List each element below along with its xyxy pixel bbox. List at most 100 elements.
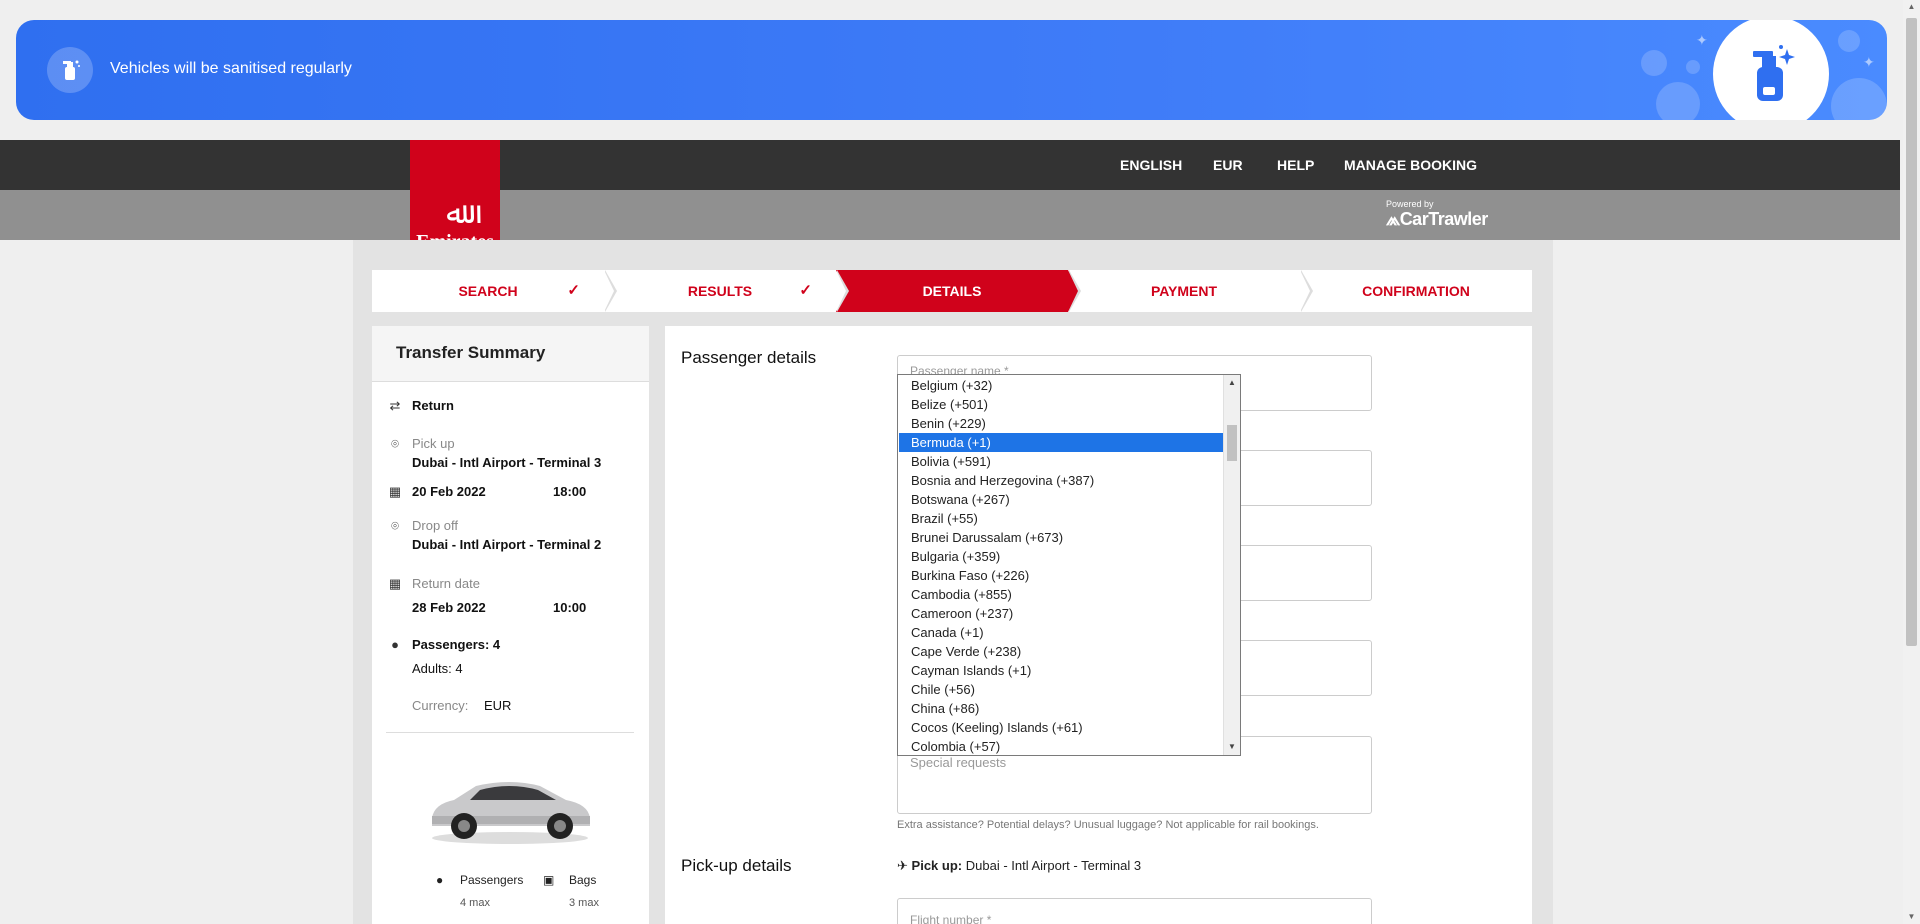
sanitation-banner: Vehicles will be sanitised regularly ✦ ✦ (16, 20, 1887, 120)
option-cambodia[interactable]: Cambodia (+855) (899, 585, 1223, 604)
person-icon: ● (391, 637, 399, 652)
option-chile[interactable]: Chile (+56) (899, 680, 1223, 699)
step-search[interactable]: SEARCH ✓ (372, 270, 617, 312)
step-label: DETAILS (922, 283, 982, 299)
pickup-date: 20 Feb 2022 (412, 484, 486, 499)
step-label: CONFIRMATION (1362, 283, 1470, 299)
dropoff-label: Drop off (412, 518, 459, 533)
pickup-line-value: Dubai - Intl Airport - Terminal 3 (965, 858, 1142, 873)
nav-language[interactable]: ENGLISH (1120, 157, 1182, 173)
trip-type: Return (412, 398, 454, 413)
page-scroll-down-icon[interactable]: ▼ (1903, 910, 1920, 924)
option-bulgaria[interactable]: Bulgaria (+359) (899, 547, 1223, 566)
option-china[interactable]: China (+86) (899, 699, 1223, 718)
option-benin[interactable]: Benin (+229) (899, 414, 1223, 433)
step-label: PAYMENT (1150, 283, 1218, 299)
option-canada[interactable]: Canada (+1) (899, 623, 1223, 642)
option-burkina-faso[interactable]: Burkina Faso (+226) (899, 566, 1223, 585)
option-belgium[interactable]: Belgium (+32) (899, 376, 1223, 395)
step-divider (1300, 270, 1310, 312)
country-code-dropdown-list[interactable]: Belgium (+32) Belize (+501) Benin (+229)… (897, 374, 1241, 756)
scroll-down-arrow-icon[interactable]: ▼ (1224, 739, 1240, 755)
sub-header-bar (0, 190, 1900, 240)
option-bermuda-selected[interactable]: Bermuda (+1) (899, 433, 1223, 452)
option-belize[interactable]: Belize (+501) (899, 395, 1223, 414)
step-label: SEARCH (458, 283, 518, 299)
pickup-label: Pick up (412, 436, 455, 451)
check-icon: ✓ (567, 282, 580, 299)
step-divider (836, 270, 846, 312)
car-passengers-value: 4 max (460, 897, 490, 909)
summary-divider (386, 732, 634, 733)
option-brazil[interactable]: Brazil (+55) (899, 509, 1223, 528)
dropdown-scroll-thumb[interactable] (1227, 425, 1237, 461)
return-date: 28 Feb 2022 (412, 600, 486, 615)
car-image (432, 782, 590, 844)
flight-number-placeholder: Flight number * (910, 913, 992, 924)
decor-bubble (1686, 60, 1700, 74)
pickup-line: ✈ Pick up: Dubai - Intl Airport - Termin… (897, 858, 1141, 874)
special-requests-placeholder: Special requests (910, 755, 1007, 770)
car-passenger-icon: ● (436, 873, 444, 887)
decor-bubble (1641, 50, 1667, 76)
car-bags-value: 3 max (569, 897, 599, 909)
dropoff-value: Dubai - Intl Airport - Terminal 2 (412, 537, 602, 552)
sanitiser-spray-icon (47, 47, 93, 93)
passengers-count: Passengers: 4 (412, 637, 501, 652)
sanitiser-spray-large-icon (1713, 20, 1829, 120)
return-date-label: Return date (412, 576, 480, 591)
plane-icon: ✈ (897, 858, 908, 873)
currency-label: Currency: (412, 698, 469, 713)
option-cape-verde[interactable]: Cape Verde (+238) (899, 642, 1223, 661)
passenger-details-title: Passenger details (681, 348, 817, 367)
option-cayman-islands[interactable]: Cayman Islands (+1) (899, 661, 1223, 680)
decor-bubble (1831, 78, 1887, 120)
sparkle-icon: ✦ (1863, 54, 1875, 70)
return-trip-icon: ⇄ (389, 398, 401, 413)
step-results[interactable]: RESULTS ✓ (604, 270, 849, 312)
dropdown-scrollbar[interactable]: ▲ ▼ (1223, 375, 1240, 755)
step-label: RESULTS (687, 283, 753, 299)
step-details[interactable]: DETAILS (836, 270, 1081, 312)
banner-text: Vehicles will be sanitised regularly (110, 60, 352, 77)
step-divider (1068, 270, 1078, 312)
page-scroll-thumb[interactable] (1906, 18, 1917, 646)
special-requests-hint: Extra assistance? Potential delays? Unus… (897, 819, 1319, 831)
nav-help[interactable]: HELP (1277, 157, 1314, 173)
option-botswana[interactable]: Botswana (+267) (899, 490, 1223, 509)
page-scroll-up-icon[interactable]: ▲ (1903, 0, 1920, 14)
car-passengers-label: Passengers (460, 873, 524, 887)
step-payment[interactable]: PAYMENT (1068, 270, 1313, 312)
scroll-up-arrow-icon[interactable]: ▲ (1224, 375, 1240, 391)
adults-count: Adults: 4 (412, 661, 463, 676)
page-scrollbar[interactable]: ▲ ▼ (1903, 0, 1920, 924)
flight-number-field[interactable]: Flight number * (897, 898, 1372, 924)
step-divider (604, 270, 614, 312)
option-bolivia[interactable]: Bolivia (+591) (899, 452, 1223, 471)
calendar-icon: ▦ (388, 576, 402, 591)
cartrawler-brand: ⩕CarTrawler (1386, 209, 1488, 229)
emirates-calligraphy-mark: ﷲ (446, 196, 464, 231)
check-icon: ✓ (799, 282, 812, 299)
sparkle-icon: ✦ (1696, 32, 1708, 48)
car-bags-label: Bags (569, 873, 597, 887)
step-confirmation[interactable]: CONFIRMATION (1300, 270, 1532, 312)
currency-value: EUR (484, 698, 512, 713)
cartrawler-mark-icon: ⩕ (1386, 209, 1400, 229)
calendar-icon: ▦ (388, 484, 402, 499)
pickup-time: 18:00 (553, 484, 587, 499)
option-cocos-islands[interactable]: Cocos (Keeling) Islands (+61) (899, 718, 1223, 737)
option-bosnia[interactable]: Bosnia and Herzegovina (+387) (899, 471, 1223, 490)
option-brunei[interactable]: Brunei Darussalam (+673) (899, 528, 1223, 547)
location-pin-icon: ⌾ (391, 436, 399, 451)
cartrawler-name: CarTrawler (1399, 209, 1489, 229)
nav-currency[interactable]: EUR (1213, 157, 1243, 173)
return-time: 10:00 (553, 600, 587, 615)
nav-manage-booking[interactable]: MANAGE BOOKING (1344, 157, 1477, 173)
option-colombia[interactable]: Colombia (+57) (899, 737, 1223, 755)
location-pin-icon: ⌾ (391, 518, 399, 533)
top-nav-bar (0, 140, 1900, 190)
option-cameroon[interactable]: Cameroon (+237) (899, 604, 1223, 623)
decor-bubble (1656, 82, 1700, 120)
summary-title: Transfer Summary (372, 326, 649, 382)
